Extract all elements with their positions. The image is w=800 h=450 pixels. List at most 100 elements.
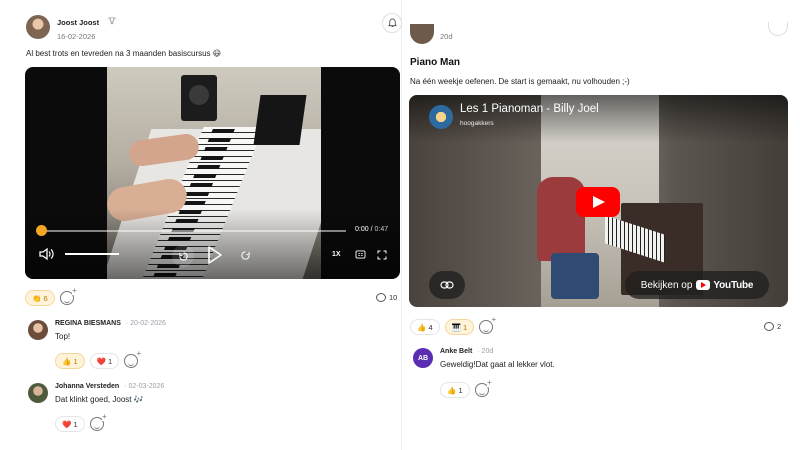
author-meta: Joost Joost 16-02-2026 xyxy=(57,12,116,41)
reaction-chip-heart[interactable]: ❤️ 1 xyxy=(55,416,85,432)
youtube-person-legs xyxy=(551,253,599,299)
video-progress-track[interactable] xyxy=(41,230,346,232)
captions-icon[interactable] xyxy=(355,250,366,261)
reaction-emoji: ❤️ xyxy=(96,356,106,366)
comment-item: AB Anke Belt · 20d Geweldig!Dat gaat al … xyxy=(413,348,555,369)
volume-icon[interactable] xyxy=(38,247,54,263)
comment-count: 2 xyxy=(777,322,782,331)
youtube-channel-name[interactable]: hoogakkers xyxy=(460,120,494,127)
comment-body: REGINA BIESMANS · 20-02-2026 Top! xyxy=(55,320,166,341)
reaction-count: 1 xyxy=(73,419,78,429)
play-icon[interactable] xyxy=(207,245,223,267)
comment-text: Top! xyxy=(55,332,71,341)
post-author-row: Joost Joost 16-02-2026 xyxy=(26,12,116,41)
reaction-chip-heart[interactable]: ❤️ 1 xyxy=(89,353,120,369)
comment-avatar[interactable]: AB xyxy=(413,348,433,368)
video-speaker xyxy=(181,75,217,121)
reaction-chip-thumbs-up[interactable]: 👍 1 xyxy=(55,353,85,369)
comment-header: Anke Belt · 20d xyxy=(440,348,555,355)
comment-header: REGINA BIESMANS · 20-02-2026 xyxy=(55,320,166,327)
comment-avatar[interactable] xyxy=(28,320,48,340)
video-current-time: 0:00 xyxy=(355,226,369,233)
copy-link-button[interactable] xyxy=(429,271,465,299)
reaction-chip-thumbs-up[interactable]: 👍 4 xyxy=(410,319,440,335)
playback-speed-button[interactable]: 1X xyxy=(332,251,341,258)
reaction-emoji: ❤️ xyxy=(62,419,72,429)
comment-reactions-bar: 👍 1 xyxy=(440,379,492,398)
youtube-play-button[interactable] xyxy=(576,187,620,217)
post-reactions-bar: 👏 6 xyxy=(25,287,77,306)
comment-count-button[interactable]: 10 xyxy=(376,293,397,302)
comment-text: Dat klinkt goed, Joost 🎶 xyxy=(55,395,144,404)
comment-date-separator: · xyxy=(477,348,480,355)
video-progress-knob[interactable] xyxy=(36,225,47,236)
reaction-emoji: 👍 xyxy=(62,356,72,366)
video-time: 0:00 / 0:47 xyxy=(355,226,388,233)
comment-bubble-icon xyxy=(376,293,386,302)
youtube-embed[interactable]: Les 1 Pianoman - Billy Joel hoogakkers B… xyxy=(409,95,788,307)
comment-body: Anke Belt · 20d Geweldig!Dat gaat al lek… xyxy=(440,348,555,369)
add-reaction-icon[interactable] xyxy=(59,287,77,305)
post-reactions-bar: 👍 4 🎹 1 xyxy=(410,316,497,335)
video-player[interactable]: 0:00 / 0:47 1X xyxy=(25,67,400,279)
post-body-text: Al best trots en tevreden na 3 maanden b… xyxy=(26,49,222,58)
add-reaction-icon[interactable] xyxy=(479,316,497,334)
add-reaction-icon[interactable] xyxy=(89,413,107,431)
comment-reactions-bar: 👍 1 ❤️ 1 xyxy=(55,350,142,369)
add-reaction-icon[interactable] xyxy=(474,379,492,397)
comment-date: 02-03-2026 xyxy=(128,383,165,390)
video-laptop xyxy=(253,95,307,145)
post-title: Piano Man xyxy=(410,57,461,68)
comment-author[interactable]: Anke Belt xyxy=(440,348,472,355)
comment-item: REGINA BIESMANS · 20-02-2026 Top! xyxy=(28,320,166,341)
youtube-wordmark: YouTube xyxy=(713,279,754,291)
watch-on-youtube-button[interactable]: Bekijken op YouTube xyxy=(625,271,769,299)
comment-author[interactable]: Johanna Versteden xyxy=(55,383,119,390)
comment-count: 10 xyxy=(389,293,398,302)
reaction-count: 6 xyxy=(43,293,48,303)
reaction-count: 1 xyxy=(458,385,463,395)
post-date: 16-02-2026 xyxy=(57,32,96,41)
author-avatar[interactable] xyxy=(26,14,50,39)
comment-date: 20-02-2026 xyxy=(130,320,166,327)
reaction-count: 4 xyxy=(428,322,433,332)
trophy-icon xyxy=(107,17,116,27)
reaction-emoji: 🎹 xyxy=(451,322,461,332)
comment-date-separator: · xyxy=(124,383,127,390)
reaction-emoji: 👍 xyxy=(417,322,427,332)
watch-on-label: Bekijken op xyxy=(640,279,693,291)
reaction-chip-clap[interactable]: 👏 6 xyxy=(25,290,55,306)
channel-logo[interactable] xyxy=(429,105,453,129)
reaction-emoji: 👍 xyxy=(447,385,457,395)
add-reaction-icon[interactable] xyxy=(124,350,142,368)
comment-date-separator: · xyxy=(125,320,129,327)
video-time-separator: / xyxy=(370,226,373,233)
video-controls-overlay xyxy=(25,209,400,279)
comment-author[interactable]: REGINA BIESMANS xyxy=(55,320,121,327)
forward-icon[interactable] xyxy=(240,250,251,263)
comment-body: Johanna Versteden · 02-03-2026 Dat klink… xyxy=(55,383,164,404)
post-body-text: Na één weekje oefenen. De start is gemaa… xyxy=(410,77,630,86)
comment-header: Johanna Versteden · 02-03-2026 xyxy=(55,383,164,390)
video-duration: 0:47 xyxy=(374,226,389,233)
youtube-video-title[interactable]: Les 1 Pianoman - Billy Joel xyxy=(460,103,599,115)
comment-avatar[interactable] xyxy=(28,383,48,403)
reaction-chip-thumbs-up[interactable]: 👍 1 xyxy=(440,382,470,398)
author-name[interactable]: Joost Joost xyxy=(57,18,99,27)
comment-reactions-bar: ❤️ 1 xyxy=(55,413,107,432)
bell-icon xyxy=(387,18,397,28)
rewind-icon[interactable] xyxy=(172,245,194,267)
comment-text: Geweldig!Dat gaat al lekker vlot. xyxy=(440,360,555,369)
reaction-count: 1 xyxy=(73,356,78,366)
volume-slider[interactable] xyxy=(65,253,119,255)
fullscreen-icon[interactable] xyxy=(377,250,387,262)
reaction-emoji: 👏 xyxy=(32,293,42,303)
reaction-count: 1 xyxy=(108,356,113,366)
post-date: 20d xyxy=(440,32,453,41)
comment-count-button[interactable]: 2 xyxy=(764,322,781,331)
comment-bubble-icon xyxy=(764,322,774,331)
reaction-chip-piano[interactable]: 🎹 1 xyxy=(444,319,475,335)
youtube-logo-icon xyxy=(696,280,711,290)
notification-bell-button[interactable] xyxy=(382,13,402,33)
link-icon xyxy=(440,281,454,289)
